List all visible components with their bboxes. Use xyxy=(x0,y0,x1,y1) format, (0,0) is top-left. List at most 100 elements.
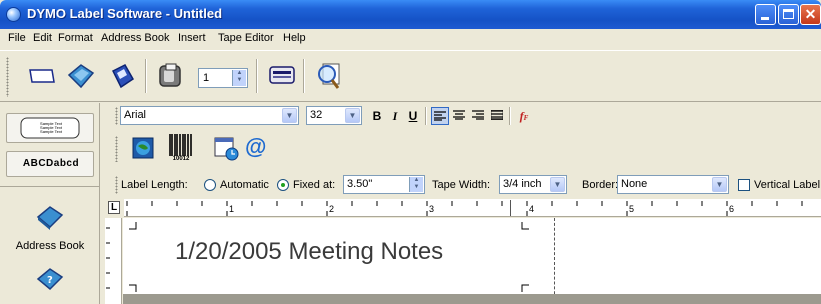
menu-insert[interactable]: Insert xyxy=(178,32,206,44)
crop-mark-top-right xyxy=(521,222,529,230)
align-left-button[interactable] xyxy=(431,107,449,125)
insert-toolbar: 10012 @ xyxy=(103,130,821,170)
label-preview-text: Sample Text Sample Text Sample Text xyxy=(27,122,75,134)
help-book-button[interactable]: ? xyxy=(34,263,66,296)
barcode-caption: 10012 xyxy=(172,156,190,162)
tape-width-label: Tape Width: xyxy=(432,179,491,191)
italic-button[interactable]: I xyxy=(386,107,404,125)
insert-address-button[interactable]: @ xyxy=(245,134,266,160)
ruler-number: 1 xyxy=(229,204,235,214)
close-icon: ✕ xyxy=(804,6,817,22)
tape-editor-button[interactable] xyxy=(265,59,299,93)
ruler-number: 4 xyxy=(529,204,535,214)
chevron-down-icon[interactable]: ▼ xyxy=(282,108,297,123)
address-book-button[interactable] xyxy=(34,203,66,236)
font-size-value: 32 xyxy=(310,109,323,121)
vertical-ruler xyxy=(105,218,122,304)
new-label-icon xyxy=(29,69,55,83)
label-text[interactable]: 1/20/2005 Meeting Notes xyxy=(175,238,443,266)
panel-divider xyxy=(0,186,100,187)
fixed-at-radio[interactable] xyxy=(277,179,289,191)
menu-bar: File Edit Format Address Book Insert Tap… xyxy=(0,29,821,49)
insert-barcode-button[interactable]: 10012 xyxy=(168,134,194,164)
underline-button[interactable]: U xyxy=(404,107,422,125)
align-left-icon xyxy=(434,111,446,121)
at-symbol-icon: @ xyxy=(245,134,267,159)
open-icon xyxy=(67,64,95,89)
automatic-label[interactable]: Automatic xyxy=(220,179,269,191)
save-button[interactable] xyxy=(105,59,139,93)
tab-stop-selector[interactable]: L xyxy=(108,201,120,214)
vertical-label-label[interactable]: Vertical Label xyxy=(754,179,820,191)
new-label-button[interactable] xyxy=(25,59,59,93)
tape-icon xyxy=(269,66,295,84)
vertical-ruler-ticks xyxy=(106,227,110,289)
tape-width-select[interactable]: 3/4 inch ▼ xyxy=(499,175,567,194)
maximize-icon xyxy=(783,9,794,19)
crop-mark-bottom-left xyxy=(129,284,137,292)
menu-edit[interactable]: Edit xyxy=(33,32,52,44)
label-view-button[interactable]: Sample Text Sample Text Sample Text xyxy=(6,113,94,143)
justify-button[interactable] xyxy=(488,107,506,125)
minimize-button[interactable] xyxy=(755,4,776,25)
insert-date-time-button[interactable] xyxy=(214,136,240,165)
maximize-button[interactable] xyxy=(778,4,799,25)
toolbar-separator xyxy=(256,59,258,93)
align-center-button[interactable] xyxy=(450,107,468,125)
left-panel: Sample Text Sample Text Sample Text ABCD… xyxy=(0,103,100,304)
tape-view-button[interactable]: ABCDabcd xyxy=(6,151,94,177)
address-book-label[interactable]: Address Book xyxy=(0,240,100,252)
fixed-at-label[interactable]: Fixed at: xyxy=(293,179,335,191)
image-icon xyxy=(132,137,154,159)
open-button[interactable] xyxy=(64,59,98,93)
menu-tape-editor[interactable]: Tape Editor xyxy=(218,32,274,44)
close-button[interactable]: ✕ xyxy=(800,4,821,25)
automatic-radio[interactable] xyxy=(204,179,216,191)
border-label: Border: xyxy=(582,179,619,191)
text-effects-button[interactable]: fF xyxy=(514,107,534,125)
label-end-marker[interactable] xyxy=(510,200,511,216)
help-book-icon: ? xyxy=(36,268,64,291)
menu-file[interactable]: File xyxy=(8,32,26,44)
label-length-label: Label Length: xyxy=(121,179,188,191)
crop-mark-top-left xyxy=(129,222,137,230)
print-button[interactable] xyxy=(153,59,187,93)
fixed-length-spinner[interactable]: 3.50" ▲ ▼ xyxy=(343,175,425,194)
ruler-number: 6 xyxy=(729,204,735,214)
chevron-down-icon[interactable]: ▼ xyxy=(712,177,727,192)
copies-spin-buttons[interactable]: ▲ ▼ xyxy=(232,70,246,86)
horizontal-ruler: 1 2 3 4 5 6 xyxy=(124,199,821,217)
menu-address-book[interactable]: Address Book xyxy=(101,32,169,44)
menu-format[interactable]: Format xyxy=(58,32,93,44)
toolbar-grip[interactable] xyxy=(6,57,9,97)
align-right-button[interactable] xyxy=(469,107,487,125)
insert-image-button[interactable] xyxy=(131,136,155,163)
label-canvas[interactable]: 1/20/2005 Meeting Notes xyxy=(123,218,821,304)
format-toolbar: Arial ▼ 32 ▼ B I U fF xyxy=(103,103,821,129)
justify-icon xyxy=(490,109,504,121)
ruler-corner: L xyxy=(105,199,122,217)
toolbar-grip[interactable] xyxy=(115,107,118,125)
dymo-app-icon[interactable] xyxy=(6,7,21,22)
chevron-down-icon[interactable]: ▼ xyxy=(345,108,360,123)
label-printer-icon xyxy=(159,63,181,87)
label-area[interactable]: 1/20/2005 Meeting Notes xyxy=(123,218,555,304)
window-title: DYMO Label Software - Untitled xyxy=(27,6,223,21)
label-preview-line: Sample Text xyxy=(40,129,62,134)
align-right-icon xyxy=(472,110,484,120)
vertical-label-checkbox[interactable] xyxy=(738,179,750,191)
font-name-select[interactable]: Arial ▼ xyxy=(120,106,299,125)
chevron-down-icon[interactable]: ▼ xyxy=(550,177,565,192)
bold-button[interactable]: B xyxy=(368,107,386,125)
font-size-select[interactable]: 32 ▼ xyxy=(306,106,362,125)
print-preview-button[interactable] xyxy=(312,59,346,93)
border-select[interactable]: None ▼ xyxy=(617,175,729,194)
save-icon xyxy=(111,64,134,89)
copies-value: 1 xyxy=(203,72,210,84)
toolbar-grip[interactable] xyxy=(115,176,118,194)
layout-toolbar: Label Length: Automatic Fixed at: 3.50" … xyxy=(103,172,821,198)
toolbar-grip[interactable] xyxy=(115,136,118,162)
copies-spinner[interactable]: 1 ▲ ▼ xyxy=(198,68,248,88)
fixed-length-spin-buttons[interactable]: ▲ ▼ xyxy=(409,177,423,192)
menu-help[interactable]: Help xyxy=(283,32,306,44)
